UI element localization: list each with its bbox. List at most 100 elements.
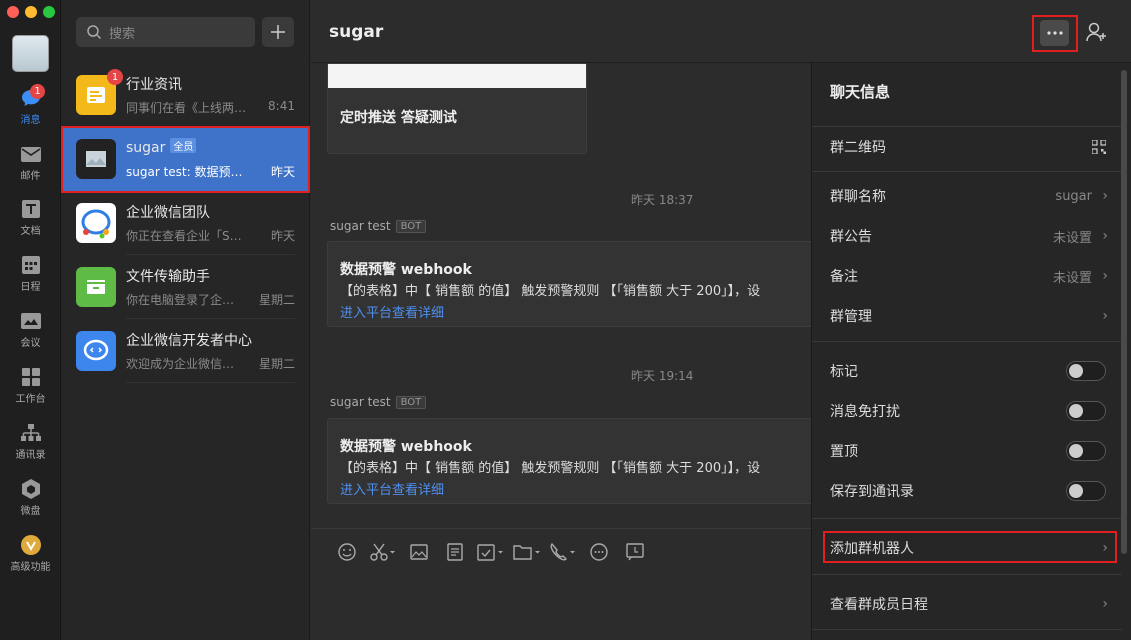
emoji-button[interactable] bbox=[329, 540, 365, 564]
left-rail: 消息 1 邮件 文档 日程 会议 工作台 通讯录 微盘 高级功能 bbox=[0, 0, 61, 640]
message-card[interactable]: 数据预警 webhook 【的表格】中【 销售额 的值】 触发预警规则 【「销售… bbox=[327, 418, 827, 504]
mute-toggle[interactable] bbox=[1066, 401, 1106, 421]
calendar-icon bbox=[20, 255, 42, 275]
message-card[interactable]: 定时推送 答疑测试 bbox=[327, 63, 587, 154]
conversation-item[interactable]: 企业微信开发者中心 欢迎成为企业微信… 星期二 bbox=[61, 319, 310, 383]
screenshot-button[interactable] bbox=[365, 540, 401, 564]
conversation-item[interactable]: 文件传输助手 你在电脑登录了企… 星期二 bbox=[61, 255, 310, 319]
card-body: 【的表格】中【 销售额 的值】 触发预警规则 【「销售额 大于 200」】，设 bbox=[340, 284, 761, 299]
image-icon bbox=[410, 543, 428, 560]
add-user-icon bbox=[1086, 22, 1106, 42]
card-image bbox=[328, 64, 586, 88]
bot-tag: BOT bbox=[395, 219, 427, 233]
meeting-icon bbox=[20, 311, 42, 331]
close-window-button[interactable] bbox=[7, 6, 19, 18]
conversation-time: 星期二 bbox=[258, 357, 295, 371]
rail-label: 日程 bbox=[20, 282, 41, 293]
phone-icon bbox=[550, 542, 575, 560]
search-input[interactable]: 搜索 bbox=[76, 17, 255, 47]
chat-header: sugar bbox=[311, 0, 1131, 63]
announcement-value: 未设置 bbox=[1052, 230, 1092, 246]
grid-icon bbox=[20, 367, 42, 387]
input-toolbar bbox=[311, 528, 811, 574]
group-avatar bbox=[76, 139, 116, 179]
premium-icon bbox=[20, 535, 42, 555]
rail-item-docs[interactable]: 文档 bbox=[0, 193, 61, 243]
panel-title: 聊天信息 bbox=[830, 83, 891, 101]
feedback-button[interactable] bbox=[617, 540, 653, 564]
member-schedule-row[interactable]: 查看群成员日程 › bbox=[812, 584, 1122, 624]
save-contacts-toggle[interactable] bbox=[1066, 481, 1106, 501]
mail-icon bbox=[20, 144, 42, 164]
rail-item-calendar[interactable]: 日程 bbox=[0, 249, 61, 299]
pin-toggle[interactable] bbox=[1066, 441, 1106, 461]
unread-badge: 1 bbox=[30, 84, 45, 99]
wecom-team-icon bbox=[76, 203, 116, 243]
group-manage-row[interactable]: 群管理 › bbox=[812, 296, 1122, 336]
call-button[interactable] bbox=[545, 540, 581, 564]
conversation-item[interactable]: 1 行业资讯 同事们在看《上线两… 8:41 bbox=[61, 63, 310, 127]
rail-item-messages[interactable]: 消息 1 bbox=[0, 82, 61, 132]
drive-icon bbox=[20, 479, 42, 499]
checklist-icon bbox=[477, 543, 503, 561]
org-chart-icon bbox=[20, 423, 42, 443]
rail-label: 文档 bbox=[20, 226, 41, 237]
mark-toggle[interactable] bbox=[1066, 361, 1106, 381]
conversation-time: 昨天 bbox=[270, 165, 295, 179]
conversation-item-selected[interactable]: sugar 全员 sugar test: 数据预警… 昨天 bbox=[61, 127, 310, 191]
chat-title: sugar bbox=[329, 22, 384, 42]
maximize-window-button[interactable] bbox=[43, 6, 55, 18]
group-name-row[interactable]: 群聊名称 sugar › bbox=[812, 176, 1122, 216]
all-members-tag: 全员 bbox=[170, 138, 197, 153]
more-options-highlight bbox=[1032, 15, 1078, 52]
message-timestamp: 昨天 19:14 bbox=[631, 369, 694, 383]
conversation-preview: 你在电脑登录了企… bbox=[126, 293, 235, 307]
view-details-link[interactable]: 进入平台查看详细 bbox=[340, 479, 444, 498]
add-member-button[interactable] bbox=[1086, 22, 1108, 46]
rail-label: 邮件 bbox=[20, 171, 41, 182]
view-details-link[interactable]: 进入平台查看详细 bbox=[340, 302, 444, 321]
minimize-window-button[interactable] bbox=[25, 6, 37, 18]
rail-label: 工作台 bbox=[15, 394, 46, 405]
conversation-name: 企业微信开发者中心 bbox=[126, 333, 252, 349]
rail-item-contacts[interactable]: 通讯录 bbox=[0, 417, 61, 467]
new-chat-button[interactable] bbox=[262, 17, 294, 47]
mute-row: 消息免打扰 bbox=[812, 391, 1122, 431]
bot-tag: BOT bbox=[395, 395, 427, 409]
image-button[interactable] bbox=[401, 540, 437, 564]
pin-row: 置顶 bbox=[812, 431, 1122, 471]
developer-center-icon bbox=[76, 331, 116, 371]
group-name-value: sugar bbox=[1055, 188, 1092, 204]
rail-item-advanced[interactable]: 高级功能 bbox=[0, 529, 61, 579]
conversation-list: 搜索 1 行业资讯 同事们在看《上线两… 8:41 sugar 全员 sugar … bbox=[61, 0, 310, 640]
rail-label: 通讯录 bbox=[15, 450, 46, 461]
window-controls bbox=[7, 6, 55, 18]
message-card[interactable]: 数据预警 webhook 【的表格】中【 销售额 的值】 触发预警规则 【「销售… bbox=[327, 241, 827, 327]
chevron-right-icon: › bbox=[1102, 596, 1108, 612]
qr-code-icon bbox=[1092, 140, 1106, 154]
rail-item-mail[interactable]: 邮件 bbox=[0, 138, 61, 188]
conversation-preview: 你正在查看企业「Su… bbox=[126, 229, 246, 243]
rail-item-workbench[interactable]: 工作台 bbox=[0, 361, 61, 411]
panel-scrollbar[interactable] bbox=[1121, 70, 1127, 554]
group-qr-row[interactable]: 群二维码 bbox=[812, 127, 1122, 167]
file-transfer-icon bbox=[76, 267, 116, 307]
search-placeholder: 搜索 bbox=[109, 26, 136, 42]
rail-label: 微盘 bbox=[20, 506, 41, 517]
ellipsis-circle-icon bbox=[590, 542, 608, 561]
rail-item-drive[interactable]: 微盘 bbox=[0, 473, 61, 523]
conversation-name: 行业资讯 bbox=[126, 77, 182, 93]
folder-button[interactable] bbox=[509, 540, 545, 564]
rail-item-meeting[interactable]: 会议 bbox=[0, 305, 61, 355]
remark-row[interactable]: 备注 未设置 › bbox=[812, 256, 1122, 296]
chat-history-icon bbox=[626, 542, 644, 560]
conversation-item[interactable]: 企业微信团队 你正在查看企业「Su… 昨天 bbox=[61, 191, 310, 255]
user-avatar[interactable] bbox=[12, 35, 49, 72]
chevron-right-icon: › bbox=[1102, 228, 1108, 244]
task-button[interactable] bbox=[473, 540, 509, 564]
conversation-time: 昨天 bbox=[270, 229, 295, 243]
conversation-name: sugar 全员 bbox=[126, 138, 197, 156]
announcement-row[interactable]: 群公告 未设置 › bbox=[812, 216, 1122, 256]
more-tools-button[interactable] bbox=[581, 540, 617, 564]
file-doc-button[interactable] bbox=[437, 540, 473, 564]
